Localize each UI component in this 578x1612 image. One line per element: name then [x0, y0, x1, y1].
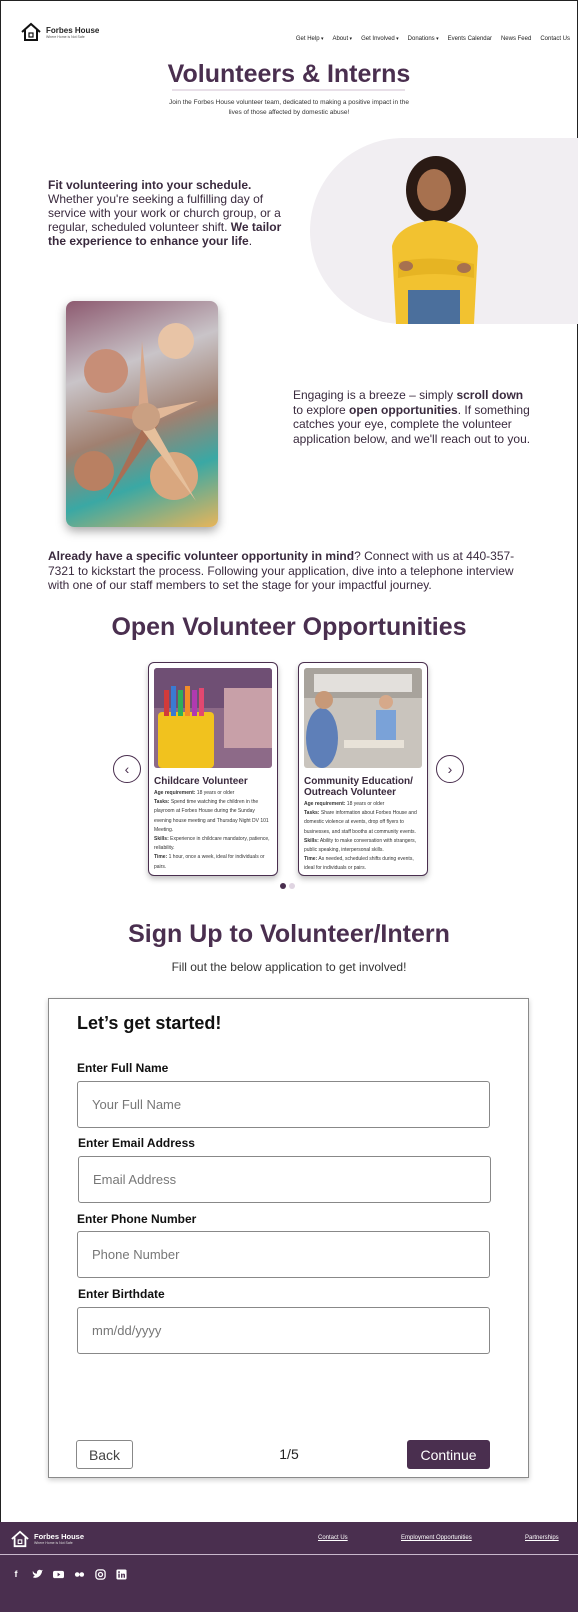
flickr-icon[interactable]	[73, 1568, 85, 1580]
community-event-photo	[304, 668, 422, 768]
house-logo-icon	[21, 22, 41, 41]
phone-input[interactable]	[77, 1231, 490, 1278]
social-links: f	[10, 1568, 127, 1580]
card-details: Age requirement: 18 years or older Tasks…	[154, 790, 270, 870]
card-details: Age requirement: 18 years or older Tasks…	[304, 801, 417, 872]
nav-get-help[interactable]: Get Help	[296, 36, 324, 42]
carousel-dot[interactable]	[289, 883, 295, 889]
site-logo[interactable]: Forbes House Where Home is Not Safe	[20, 22, 99, 42]
chevron-left-icon: ‹	[124, 761, 130, 777]
house-logo-icon	[11, 1530, 29, 1548]
footer-brand: Forbes House	[34, 1532, 85, 1541]
carousel-prev-button[interactable]: ‹	[113, 755, 141, 783]
card-title: Childcare Volunteer	[154, 776, 248, 787]
signup-title: Sign Up to Volunteer/Intern	[128, 920, 450, 948]
nav-get-involved[interactable]: Get Involved	[361, 36, 399, 42]
carousel-dot[interactable]	[280, 883, 286, 889]
signup-subtitle: Fill out the below application to get in…	[171, 960, 407, 974]
footer-divider	[0, 1554, 578, 1555]
intro-schedule-text: Fit volunteering into your schedule. Whe…	[48, 178, 282, 248]
nav-contact-us[interactable]: Contact Us	[540, 36, 570, 42]
logo-tagline: Where Home is Not Safe	[46, 34, 85, 39]
youtube-icon[interactable]	[52, 1568, 64, 1580]
intro-explore-text: Engaging is a breeze – simply scroll dow…	[293, 388, 531, 446]
intro-contact-text: Already have a specific volunteer opport…	[48, 549, 515, 592]
opportunity-card-outreach[interactable]: Community Education/ Outreach Volunteer …	[298, 662, 428, 876]
twitter-icon[interactable]	[31, 1568, 43, 1580]
birthdate-input[interactable]	[77, 1307, 490, 1354]
footer-link-employment[interactable]: Employment Opportunities	[401, 1535, 472, 1541]
form-title: Let’s get started!	[77, 1013, 222, 1033]
carousel-pagination	[280, 883, 295, 889]
nav-news-feed[interactable]: News Feed	[501, 36, 531, 42]
email-label: Enter Email Address	[78, 1136, 195, 1150]
page-title: Volunteers & Interns	[167, 60, 411, 88]
nav-about[interactable]: About	[332, 36, 352, 42]
footer-link-contact[interactable]: Contact Us	[318, 1535, 348, 1541]
footer-link-partnerships[interactable]: Partnerships	[525, 1535, 559, 1541]
birthdate-label: Enter Birthdate	[78, 1287, 165, 1301]
page-subtitle: Join the Forbes House volunteer team, de…	[169, 99, 409, 116]
opportunity-card-childcare[interactable]: Childcare Volunteer Age requirement: 18 …	[148, 662, 278, 876]
nav-events-calendar[interactable]: Events Calendar	[448, 36, 492, 42]
footer-logo[interactable]: Forbes House Where Home is Not Safe	[10, 1530, 84, 1548]
back-button[interactable]: Back	[76, 1440, 133, 1469]
volunteer-application-form: Let’s get started! Enter Full Name Enter…	[48, 998, 529, 1478]
title-underline	[172, 89, 405, 91]
site-footer	[0, 1522, 578, 1612]
crayons-photo	[154, 668, 272, 768]
logo-brand: Forbes House	[46, 25, 100, 35]
full-name-label: Enter Full Name	[77, 1061, 169, 1075]
main-nav: Get Help About Get Involved Donations Ev…	[296, 36, 570, 42]
phone-label: Enter Phone Number	[77, 1212, 197, 1226]
footer-tagline: Where Home is Not Safe	[34, 1541, 73, 1545]
linkedin-icon[interactable]	[115, 1568, 127, 1580]
form-step-indicator: 1/5	[279, 1446, 299, 1462]
instagram-icon[interactable]	[94, 1568, 106, 1580]
chevron-right-icon: ›	[447, 761, 453, 777]
full-name-input[interactable]	[77, 1081, 490, 1128]
facebook-icon[interactable]: f	[10, 1568, 22, 1580]
hands-together-photo	[66, 301, 218, 527]
volunteer-woman-photo	[392, 156, 478, 324]
email-input[interactable]	[78, 1156, 491, 1203]
continue-button[interactable]: Continue	[407, 1440, 490, 1469]
opportunities-title: Open Volunteer Opportunities	[111, 613, 467, 641]
carousel-next-button[interactable]: ›	[436, 755, 464, 783]
nav-donations[interactable]: Donations	[408, 36, 439, 42]
card-title: Community Education/ Outreach Volunteer	[304, 776, 413, 798]
